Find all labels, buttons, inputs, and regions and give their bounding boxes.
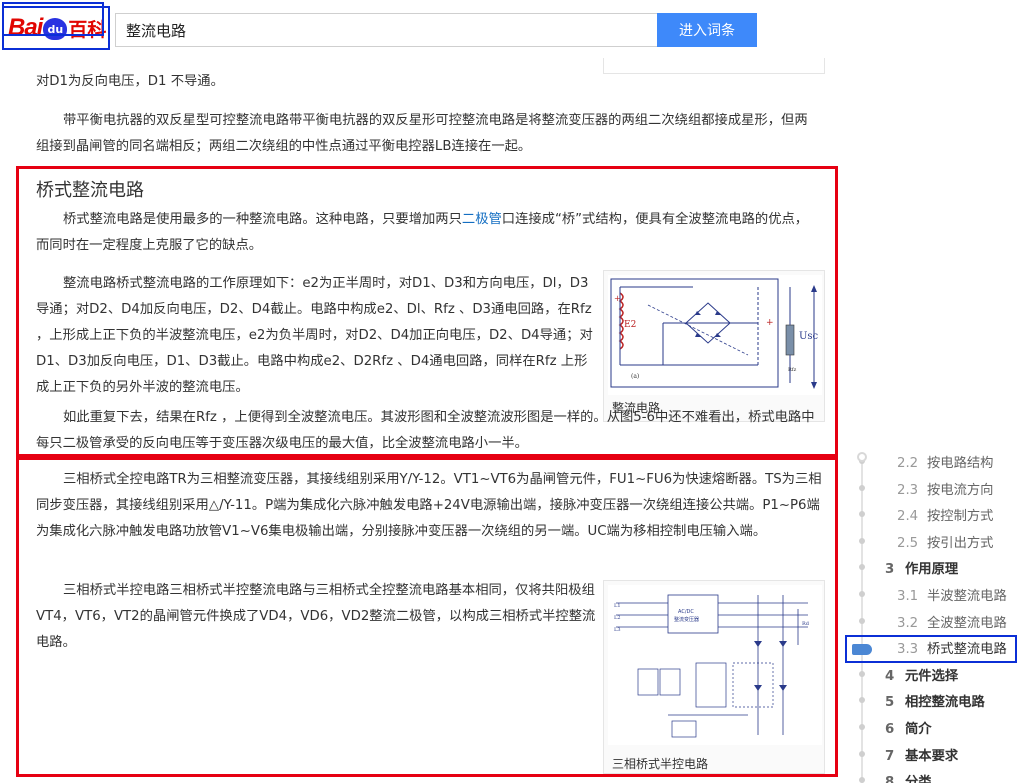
toc-item-number: 2.4 — [897, 509, 919, 524]
paragraph-bridge-principle: 整流电路桥式整流电路的工作原理如下：e2为正半周时，对D1、D3和方向电压，Dl… — [36, 276, 593, 395]
svg-text:+: + — [614, 294, 621, 303]
toc-item-label: 元件选择 — [905, 669, 959, 684]
svg-text:+: + — [766, 318, 774, 328]
toc-dot — [859, 591, 865, 597]
svg-text:Rfz: Rfz — [788, 367, 797, 373]
toc-dot — [859, 724, 865, 730]
toc-item-label: 按电流方向 — [927, 483, 994, 498]
toc-dot — [859, 618, 865, 624]
toc-dot — [859, 751, 865, 757]
toc-item-number: 2.3 — [897, 483, 919, 498]
bridge-circuit-image: Usc E2 (a) Rfz + + — [608, 275, 822, 395]
toc-start-dot — [857, 452, 867, 462]
toc-dot — [859, 777, 865, 783]
three-phase-figure[interactable]: AC/DC 整流变压器 Rd L1 L2 L3 三相桥式半控电路 — [603, 580, 825, 774]
toc-item-label: 分类 — [905, 775, 932, 783]
search-input-value: 整流电路 — [126, 22, 187, 40]
svg-text:AC/DC: AC/DC — [678, 609, 694, 615]
diode-link[interactable]: 二极管 — [462, 212, 502, 227]
toc-item-7[interactable]: 7 基本要求 — [885, 745, 958, 764]
toc-item-2-5[interactable]: 2.5 按引出方式 — [897, 532, 993, 551]
toc-item-number: 3 — [885, 562, 895, 577]
toc-item-label: 简介 — [905, 722, 932, 737]
toc-item-8[interactable]: 8 分类 — [885, 771, 932, 783]
toc-item-3-2[interactable]: 3.2 全波整流电路 — [897, 612, 1007, 631]
toc-item-number: 6 — [885, 722, 895, 737]
svg-text:L1: L1 — [614, 603, 621, 609]
current-position-flag-icon — [852, 644, 872, 655]
svg-text:(a): (a) — [631, 373, 639, 380]
search-box — [115, 13, 657, 47]
toc-item-number: 8 — [885, 775, 895, 783]
toc-dot — [859, 511, 865, 517]
svg-text:整流变压器: 整流变压器 — [674, 616, 699, 623]
section-title-bridge: 桥式整流电路 — [36, 180, 144, 201]
toc-item-number: 2.2 — [897, 456, 919, 471]
toc-item-label: 按引出方式 — [927, 536, 994, 551]
svg-text:Rd: Rd — [802, 621, 810, 627]
svg-text:Usc: Usc — [799, 331, 819, 342]
partial-figure — [603, 58, 825, 74]
paragraph-three-phase-full: 三相桥式全控电路TR为三相整流变压器，其接线组别采用Y/Y-12。VT1~VT6… — [36, 472, 822, 539]
toc-dot — [859, 538, 865, 544]
svg-text:E2: E2 — [624, 320, 636, 330]
toc-item-label: 作用原理 — [905, 562, 959, 577]
toc-item-label: 半波整流电路 — [927, 589, 1007, 604]
header: Bai du 百科 整流电路 进入词条 — [0, 0, 1025, 58]
toc-item-3-1[interactable]: 3.1 半波整流电路 — [897, 585, 1007, 604]
toc-item-number: 5 — [885, 695, 895, 710]
toc-item-4[interactable]: 4 元件选择 — [885, 665, 958, 684]
toc-dot — [859, 485, 865, 491]
toc-item-5[interactable]: 5 相控整流电路 — [885, 691, 985, 710]
toc-item-number: 3.1 — [897, 589, 919, 604]
paragraph-three-phase-half: 三相桥式半控电路三相桥式半控整流电路与三相桥式全控整流电路基本相同，仅将共阳极组… — [36, 583, 596, 650]
toc-item-3[interactable]: 3 作用原理 — [885, 558, 958, 577]
bridge-figure[interactable]: Usc E2 (a) Rfz + + 整流电路 — [603, 270, 825, 422]
toc-item-label: 按电路结构 — [927, 456, 994, 471]
toc-item-number: 3.2 — [897, 616, 919, 631]
toc-dot — [859, 671, 865, 677]
toc-item-number: 7 — [885, 749, 895, 764]
toc-item-2-4[interactable]: 2.4 按控制方式 — [897, 505, 993, 524]
search-input[interactable] — [2, 2, 104, 36]
toc-item-2-3[interactable]: 2.3 按电流方向 — [897, 479, 993, 498]
toc-item-label: 按控制方式 — [927, 509, 994, 524]
svg-text:L2: L2 — [614, 615, 621, 621]
toc-item-number: 4 — [885, 669, 895, 684]
toc-dot — [859, 564, 865, 570]
svg-text:L3: L3 — [614, 627, 621, 633]
toc-item-label: 相控整流电路 — [905, 695, 985, 710]
three-phase-figure-caption: 三相桥式半控电路 — [612, 757, 709, 771]
enter-entry-button[interactable]: 进入词条 — [657, 13, 757, 47]
toc-item-2-2[interactable]: 2.2 按电路结构 — [897, 452, 993, 471]
three-phase-circuit-image: AC/DC 整流变压器 Rd L1 L2 L3 — [608, 585, 822, 745]
toc-item-number: 2.5 — [897, 536, 919, 551]
paragraph-partial: 对D1为反向电压，D1 不导通。 — [36, 74, 224, 89]
bridge-intro-text-a: 桥式整流电路是使用最多的一种整流电路。这种电路，只要增加两只 — [63, 212, 462, 227]
paragraph-bridge-result: 如此重复下去，结果在Rfz ，上便得到全波整流电压。其波形图和全波整流波形图是一… — [36, 410, 815, 451]
toc-item-label: 全波整流电路 — [927, 616, 1007, 631]
toc-item-label: 基本要求 — [905, 749, 959, 764]
toc-item-6[interactable]: 6 简介 — [885, 718, 932, 737]
paragraph-double-star: 带平衡电抗器的双反星型可控整流电路带平衡电抗器的双反星形可控整流电路是将整流变压… — [36, 113, 808, 154]
paragraph-bridge-intro: 桥式整流电路是使用最多的一种整流电路。这种电路，只要增加两只二极管口连接成“桥”… — [36, 207, 816, 259]
toc-dot — [859, 697, 865, 703]
